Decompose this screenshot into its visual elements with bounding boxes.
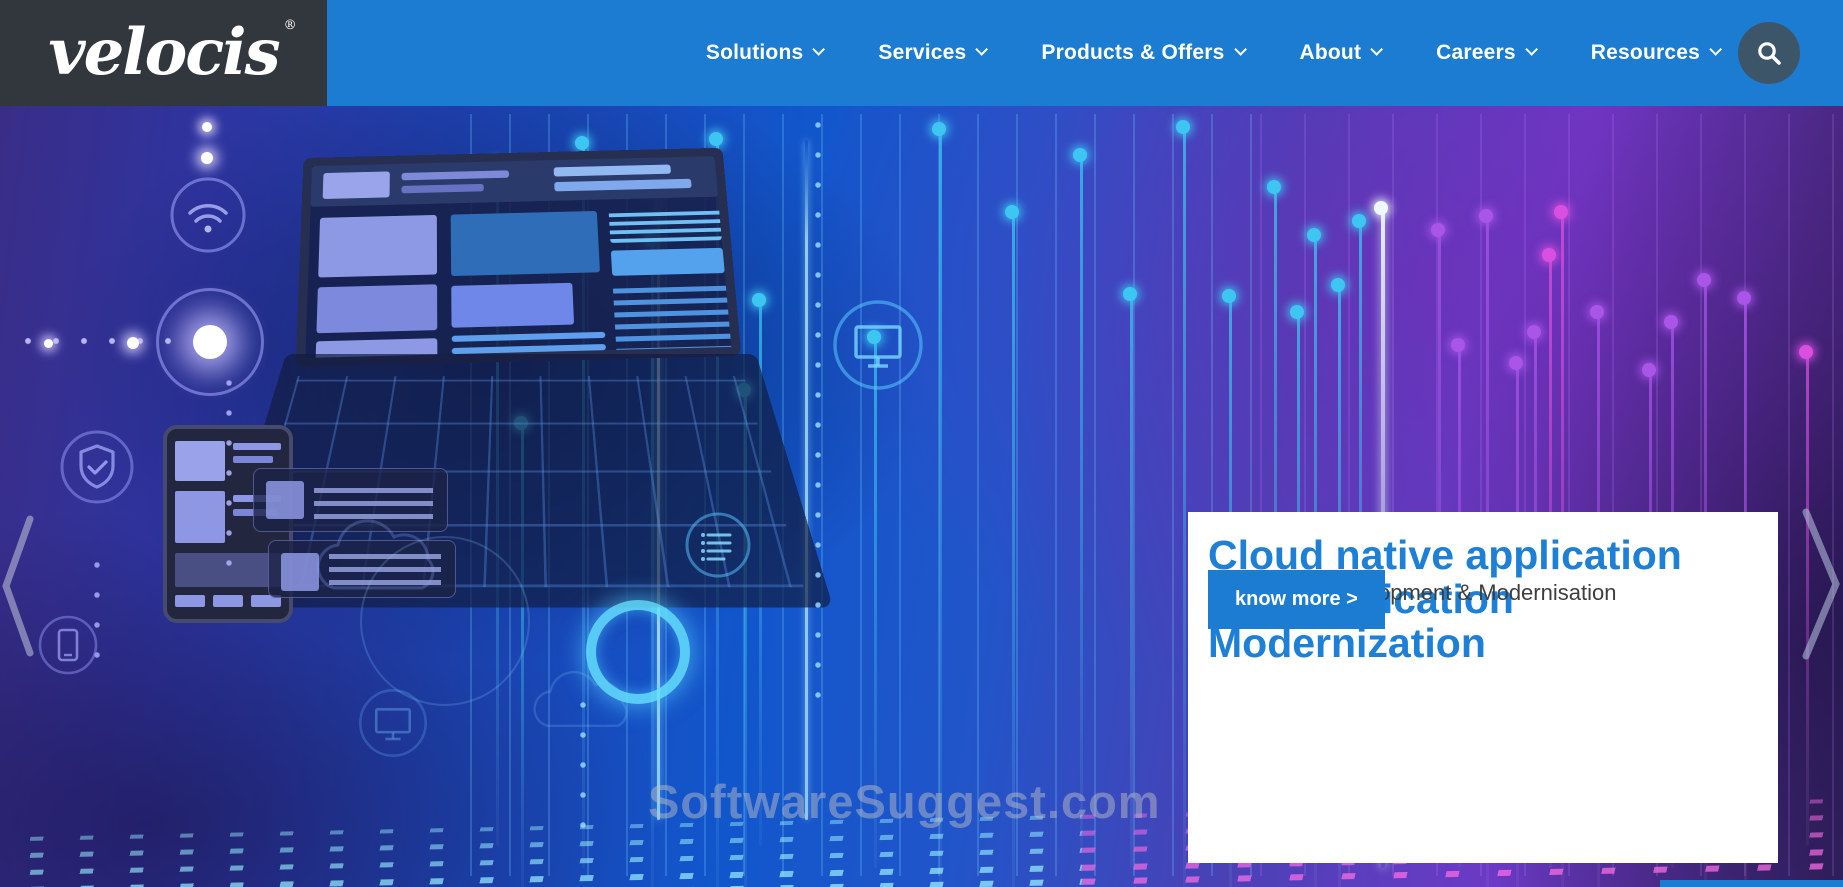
slide-card: Cloud native application and Application…	[1188, 512, 1778, 863]
hero-art-pin-dot	[709, 132, 723, 146]
hero-art-pin-dot	[1737, 291, 1751, 305]
logo-text: velocis ®	[48, 15, 296, 90]
bottom-blue-strip	[1660, 880, 1843, 887]
nav-item-about[interactable]: About	[1299, 41, 1384, 65]
hero-art-pin-dot	[1374, 201, 1388, 215]
hero-art-pin-dot	[1123, 287, 1137, 301]
chevron-down-icon	[975, 42, 989, 56]
hero-art-pin-dot	[1664, 315, 1678, 329]
nav-label: Resources	[1590, 41, 1700, 64]
hero-art-pin-dot	[1352, 214, 1366, 228]
hero-art-pin-dot	[932, 122, 946, 136]
nav-item-products-offers[interactable]: Products & Offers	[1041, 41, 1247, 65]
nav-label: Products & Offers	[1041, 41, 1225, 64]
hero-art-pin-dot	[1176, 120, 1190, 134]
hero-carousel: SoftwareSuggest.com Cloud native applica…	[0, 106, 1843, 887]
nav-item-solutions[interactable]: Solutions	[705, 41, 826, 65]
chevron-down-icon	[1370, 42, 1384, 56]
hero-art-pin-line	[1080, 155, 1083, 846]
top-navbar: velocis ® Solutions Services Products & O…	[0, 0, 1843, 106]
hero-art-pin-dot	[1479, 209, 1493, 223]
hero-art-pin-dot	[1451, 338, 1465, 352]
nav-item-services[interactable]: Services	[878, 41, 989, 65]
carousel-next-button[interactable]	[1798, 424, 1843, 660]
monitor-icon	[358, 688, 428, 758]
cloud-icon	[533, 670, 628, 727]
hero-art-pin-dot	[1267, 180, 1281, 194]
hero-art-pin-dot	[1222, 289, 1236, 303]
list-icon	[685, 512, 751, 578]
nav-item-resources[interactable]: Resources	[1590, 41, 1722, 65]
hero-art-glow-dot	[44, 339, 53, 348]
registered-mark: ®	[283, 18, 297, 33]
hero-art-pin-dot	[1642, 363, 1656, 377]
search-button[interactable]	[1738, 22, 1800, 84]
main-nav: Solutions Services Products & Offers Abo…	[705, 0, 1722, 106]
carousel-prev-button[interactable]	[0, 436, 36, 657]
hero-art-pin-dot	[1005, 205, 1019, 219]
hero-art-pin-dot	[1590, 305, 1604, 319]
hero-art-glow-dot	[127, 337, 139, 349]
nav-label: Careers	[1436, 41, 1516, 64]
hero-art-orb	[193, 325, 227, 359]
hero-art-pin-dot	[1307, 228, 1321, 242]
nav-label: Services	[878, 41, 967, 64]
search-icon	[1758, 42, 1781, 65]
hero-art-dots	[226, 368, 232, 568]
hero-art-dots	[815, 110, 821, 710]
hero-art-pin-dot	[575, 136, 589, 150]
cloud-icon	[316, 519, 435, 590]
hero-art-pin-dot	[1697, 273, 1711, 287]
hero-art-glow-dot	[202, 122, 212, 132]
hero-art-pin-dot	[752, 293, 766, 307]
chevron-down-icon	[812, 42, 826, 56]
hero-art-pin-dot	[1431, 223, 1445, 237]
watermark: SoftwareSuggest.com	[648, 775, 1161, 828]
shield-check-icon	[60, 430, 134, 504]
monitor-icon	[833, 300, 923, 390]
page: velocis ® Solutions Services Products & O…	[0, 0, 1843, 887]
hero-art-pin-dot	[1290, 305, 1304, 319]
hero-art-glow-dot	[201, 152, 213, 164]
hero-art-pin-dot	[1527, 325, 1541, 339]
wifi-icon	[170, 177, 246, 253]
mobile-icon	[38, 615, 98, 675]
hero-art-pin-dot	[1554, 205, 1568, 219]
hero-art-dots	[14, 337, 184, 345]
nav-label: About	[1299, 41, 1362, 64]
hero-art-pin-dot	[1542, 248, 1556, 262]
chevron-down-icon	[1525, 42, 1538, 56]
hero-art-pin-dot	[1331, 278, 1345, 292]
hero-art-laptop-screen	[295, 147, 742, 368]
chevron-left-icon	[2, 515, 34, 657]
logo[interactable]: velocis ®	[0, 0, 327, 106]
hero-art-pin-dot	[1509, 356, 1523, 370]
nav-item-careers[interactable]: Careers	[1436, 41, 1538, 65]
hero-art-pin-line	[1183, 127, 1186, 887]
nav-label: Solutions	[705, 41, 804, 64]
hero-art-pin-dot	[1799, 345, 1813, 359]
chevron-down-icon	[1709, 42, 1722, 56]
hero-art-pin-dot	[1073, 148, 1087, 162]
know-more-button[interactable]: know more >	[1208, 570, 1385, 629]
chevron-down-icon	[1233, 42, 1247, 56]
chevron-right-icon	[1802, 508, 1840, 660]
